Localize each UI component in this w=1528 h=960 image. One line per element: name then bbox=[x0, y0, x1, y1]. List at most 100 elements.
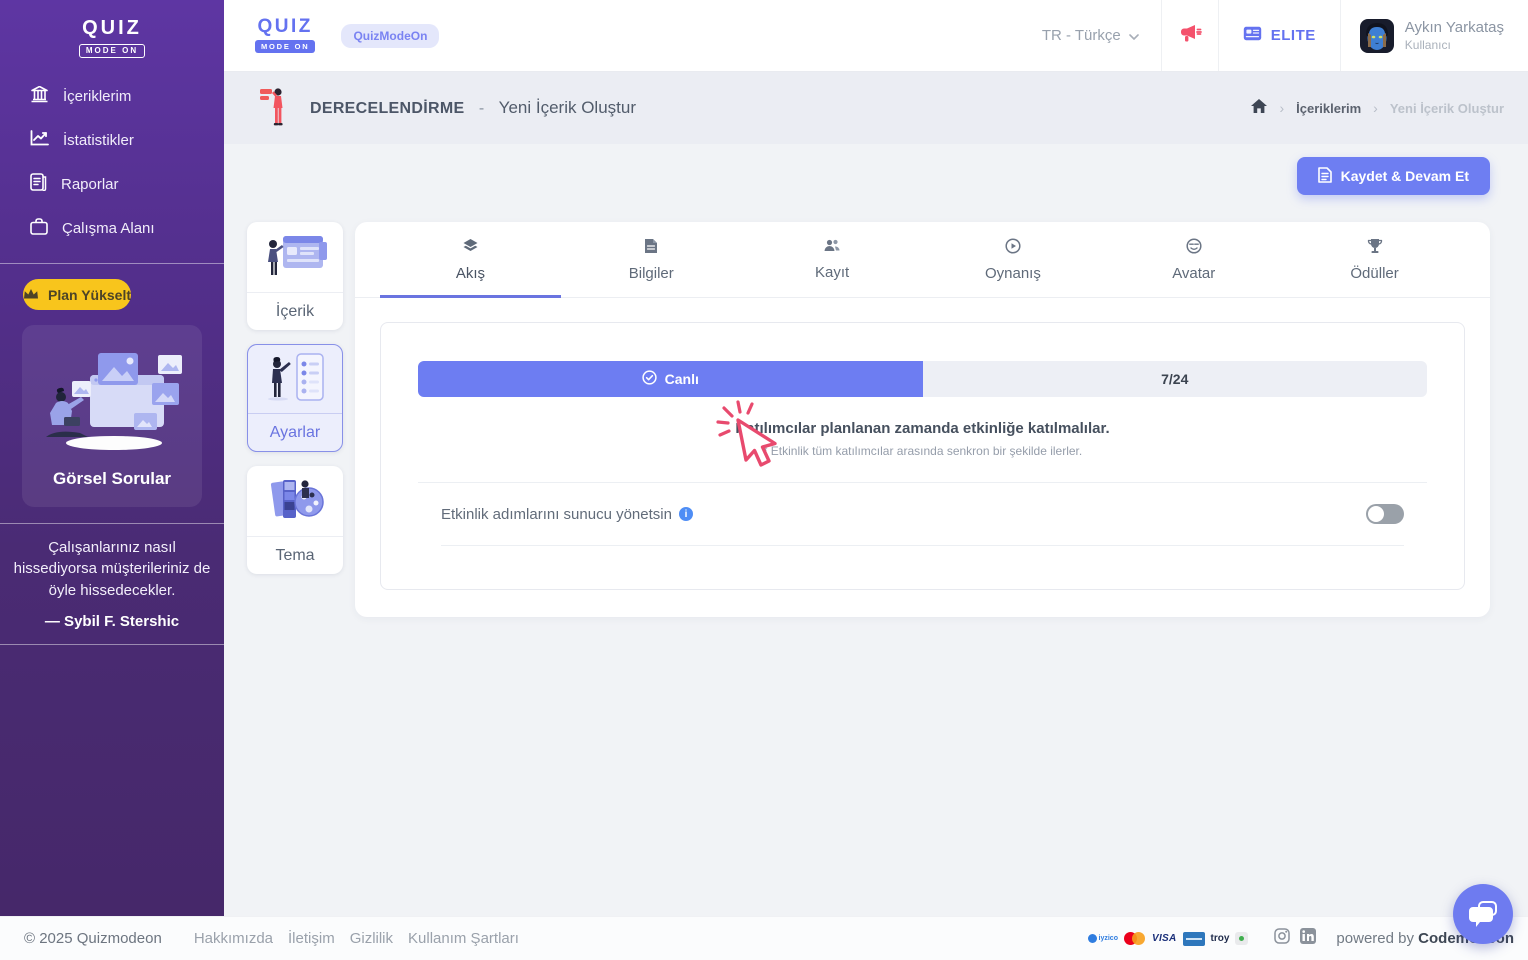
page-heading: DERECELENDİRME - Yeni İçerik Oluştur bbox=[260, 84, 636, 133]
language-selector[interactable]: TR - Türkçe bbox=[1020, 27, 1161, 44]
tab-rewards[interactable]: Ödüller bbox=[1284, 222, 1465, 297]
upgrade-plan-label: Plan Yükselt bbox=[48, 286, 132, 303]
user-role: Kullanıcı bbox=[1404, 38, 1451, 52]
tab-flow[interactable]: Akış bbox=[380, 222, 561, 298]
tab-label: Bilgiler bbox=[628, 264, 674, 282]
app-logo[interactable]: QUIZ MODE ON bbox=[255, 16, 316, 54]
crown-icon bbox=[23, 287, 39, 303]
sidebar-item-contents[interactable]: İçeriklerim bbox=[0, 74, 224, 118]
sidebar-item-label: İçeriklerim bbox=[63, 87, 132, 105]
logo-subtext: MODE ON bbox=[255, 40, 316, 53]
megaphone-icon bbox=[1178, 23, 1202, 48]
announcements-button[interactable] bbox=[1162, 0, 1218, 71]
tab-registration[interactable]: Kayıt bbox=[742, 222, 923, 297]
settings-tabs: Akış Bilgiler Kayıt Oynanış Avatar Ödüll… bbox=[355, 222, 1490, 298]
footer-right: iyzico VISA troy powered by Codemodeon bbox=[1087, 928, 1514, 949]
breadcrumb-contents[interactable]: İçeriklerim bbox=[1296, 101, 1361, 116]
step-tab-settings[interactable]: Ayarlar bbox=[247, 344, 343, 452]
tab-label: Oynanış bbox=[984, 264, 1041, 282]
home-icon[interactable] bbox=[1251, 98, 1268, 118]
plan-badge[interactable]: ELITE bbox=[1219, 26, 1340, 46]
quote-author: — Sybil F. Stershic bbox=[44, 612, 180, 630]
heading-dash: - bbox=[478, 100, 485, 117]
copyright: © 2025 Quizmodeon bbox=[24, 930, 162, 947]
promo-card-title: Görsel Sorular bbox=[52, 469, 172, 488]
secure-payment-icon bbox=[1235, 932, 1249, 945]
sidebar-item-reports[interactable]: Raporlar bbox=[0, 162, 224, 206]
presenter-figure-icon bbox=[260, 84, 288, 133]
upgrade-plan-button[interactable]: Plan Yükselt bbox=[23, 279, 132, 310]
payment-icons: iyzico VISA troy bbox=[1087, 931, 1249, 946]
footer-link-contact[interactable]: İletişim bbox=[288, 930, 335, 947]
settings-card: Akış Bilgiler Kayıt Oynanış Avatar Ödüll… bbox=[355, 222, 1490, 617]
main-content: Kaydet & Devam Et İçerik Ayarlar Tema Ak… bbox=[224, 144, 1528, 916]
theme-illustration bbox=[247, 466, 343, 537]
save-continue-button[interactable]: Kaydet & Devam Et bbox=[1296, 157, 1490, 195]
server-control-row: Etkinlik adımlarını sunucu yönetsin i bbox=[441, 483, 1404, 546]
step-tabs: İçerik Ayarlar Tema bbox=[247, 222, 343, 588]
user-name: Aykın Yarkataş bbox=[1404, 19, 1504, 36]
user-menu[interactable]: Aykın Yarkataş Kullanıcı bbox=[1341, 18, 1528, 53]
mastercard-icon bbox=[1123, 932, 1146, 945]
sidebar-item-workspace[interactable]: Çalışma Alanı bbox=[0, 206, 224, 250]
visa-icon: VISA bbox=[1151, 933, 1177, 944]
mode-description: Katılımcılar planlanan zamanda etkinliğe… bbox=[418, 397, 1427, 483]
mode-description-note: * Etkinlik tüm katılımcılar arasında sen… bbox=[762, 444, 1083, 458]
footer-link-about[interactable]: Hakkımızda bbox=[194, 930, 273, 947]
breadcrumb-bar: DERECELENDİRME - Yeni İçerik Oluştur › İ… bbox=[224, 72, 1528, 144]
page-title: Yeni İçerik Oluştur bbox=[498, 98, 636, 117]
smiley-icon bbox=[1186, 237, 1202, 258]
sidebar-logo: QUIZ MODE ON bbox=[0, 0, 224, 58]
avatar bbox=[1359, 18, 1394, 53]
breadcrumb-separator: › bbox=[1373, 100, 1378, 116]
logo-text: QUIZ bbox=[82, 17, 142, 39]
step-tab-theme[interactable]: Tema bbox=[247, 466, 343, 574]
step-tab-label: İçerik bbox=[275, 302, 315, 320]
social-icons bbox=[1274, 928, 1317, 949]
save-icon bbox=[1317, 166, 1332, 186]
tab-label: Avatar bbox=[1172, 264, 1216, 282]
library-icon bbox=[30, 85, 49, 107]
sidebar-divider bbox=[0, 643, 224, 645]
membership-card-icon bbox=[1243, 26, 1262, 46]
footer-link-privacy[interactable]: Gizlilik bbox=[350, 930, 393, 947]
step-tab-content[interactable]: İçerik bbox=[247, 222, 343, 330]
breadcrumb-separator: › bbox=[1279, 100, 1285, 116]
step-tab-label: Tema bbox=[275, 546, 315, 564]
quote-block: Çalışanlarınız nasıl hissediyorsa müşter… bbox=[0, 524, 224, 644]
tab-gameplay[interactable]: Oynanış bbox=[922, 222, 1103, 297]
segment-live[interactable]: Canlı bbox=[418, 361, 923, 397]
tab-avatar[interactable]: Avatar bbox=[1103, 222, 1284, 297]
toggle-label-text: Etkinlik adımlarını sunucu yönetsin bbox=[441, 505, 672, 523]
tab-info[interactable]: Bilgiler bbox=[561, 222, 742, 297]
troy-icon: troy bbox=[1210, 933, 1230, 944]
chevron-down-icon bbox=[1128, 27, 1139, 44]
content-illustration bbox=[247, 222, 343, 293]
sidebar-item-label: Raporlar bbox=[61, 175, 119, 193]
breadcrumb-current: Yeni İçerik Oluştur bbox=[1389, 100, 1504, 116]
check-circle-icon bbox=[641, 370, 657, 388]
quote-text: Çalışanlarınız nasıl hissediyorsa müşter… bbox=[13, 539, 211, 599]
workspace-badge[interactable]: QuizModeOn bbox=[341, 23, 440, 48]
footer-links: Hakkımızda İletişim Gizlilik Kullanım Şa… bbox=[194, 930, 519, 947]
visual-questions-illustration bbox=[46, 353, 182, 450]
info-icon[interactable]: i bbox=[678, 507, 693, 521]
iyzico-icon: iyzico bbox=[1087, 932, 1118, 946]
workspace-icon bbox=[30, 217, 48, 239]
server-control-toggle[interactable] bbox=[1366, 504, 1404, 524]
sidebar-nav: İçeriklerim İstatistikler Raporlar Çalış… bbox=[0, 74, 224, 250]
chat-widget-button[interactable] bbox=[1453, 884, 1513, 944]
sidebar-item-statistics[interactable]: İstatistikler bbox=[0, 118, 224, 162]
tab-label: Ödüller bbox=[1350, 264, 1399, 282]
instagram-icon[interactable] bbox=[1274, 928, 1291, 949]
breadcrumb: › İçeriklerim › Yeni İçerik Oluştur bbox=[1251, 98, 1504, 118]
powered-by-text: powered by bbox=[1336, 930, 1414, 947]
footer-link-terms[interactable]: Kullanım Şartları bbox=[408, 930, 519, 947]
top-header: QUIZ MODE ON QuizModeOn TR - Türkçe ELIT… bbox=[224, 0, 1528, 72]
segment-247[interactable]: 7/24 bbox=[922, 361, 1427, 397]
layers-icon bbox=[462, 238, 479, 258]
settings-illustration bbox=[248, 345, 342, 414]
tab-label: Akış bbox=[455, 264, 485, 282]
logo-text: QUIZ bbox=[257, 16, 313, 37]
linkedin-icon[interactable] bbox=[1300, 928, 1317, 949]
